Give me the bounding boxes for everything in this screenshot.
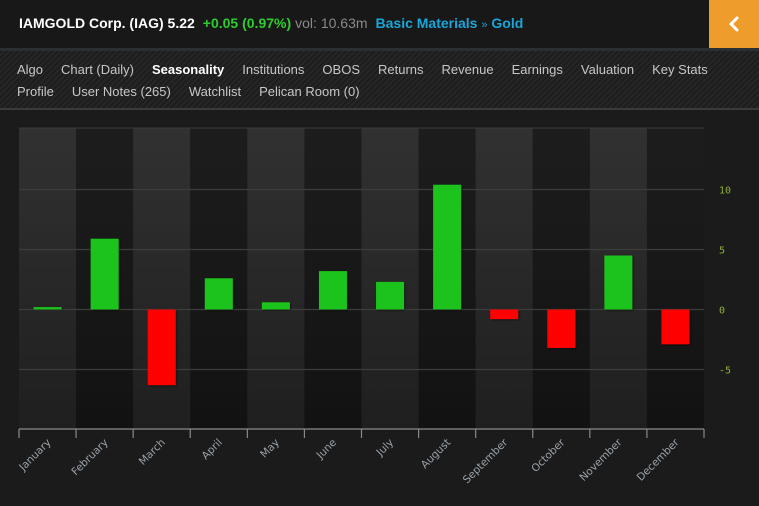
breadcrumb-separator: » bbox=[481, 19, 488, 31]
header-bar: IAMGOLD Corp. (IAG) 5.22 +0.05 (0.97%) vol… bbox=[0, 0, 759, 48]
x-tick-label: May bbox=[258, 437, 282, 461]
bar-july[interactable] bbox=[376, 281, 405, 310]
column-bands bbox=[19, 127, 704, 429]
tab-row-2: Profile User Notes (265) Watchlist Pelican … bbox=[17, 84, 378, 99]
tab-obos[interactable]: OBOS bbox=[322, 62, 360, 77]
bar-april[interactable] bbox=[204, 278, 233, 310]
x-tick-label: August bbox=[419, 437, 453, 471]
bar-october[interactable] bbox=[547, 309, 576, 348]
bar-december[interactable] bbox=[661, 309, 690, 345]
y-tick-label: 5 bbox=[719, 246, 725, 257]
sector-link[interactable]: Basic Materials bbox=[376, 15, 478, 31]
tab-seasonality[interactable]: Seasonality bbox=[152, 62, 224, 77]
x-tick-labels: January February March April May June July Augu… bbox=[16, 436, 682, 486]
bar-september[interactable] bbox=[490, 309, 519, 320]
bar-june[interactable] bbox=[318, 271, 347, 310]
bar-february[interactable] bbox=[90, 238, 119, 310]
tab-key-stats[interactable]: Key Stats bbox=[652, 62, 708, 77]
column-band bbox=[247, 128, 305, 429]
seasonality-chart: 1050-5 January February March April May June J… bbox=[16, 127, 731, 486]
x-tick-label: March bbox=[137, 437, 168, 468]
x-tick-label: June bbox=[314, 437, 339, 462]
chevron-left-icon bbox=[729, 16, 739, 32]
tab-pelican-room-0[interactable]: Pelican Room (0) bbox=[259, 84, 359, 99]
tab-row-1: Algo Chart (Daily) Seasonality Institutions… bbox=[17, 62, 726, 77]
tab-returns[interactable]: Returns bbox=[378, 62, 424, 77]
tab-profile[interactable]: Profile bbox=[17, 84, 54, 99]
tab-valuation[interactable]: Valuation bbox=[581, 62, 634, 77]
bar-january[interactable] bbox=[33, 307, 62, 310]
x-tick-label: February bbox=[69, 437, 110, 478]
x-tick-label: September bbox=[461, 436, 511, 486]
tab-earnings[interactable]: Earnings bbox=[512, 62, 563, 77]
tab-watchlist[interactable]: Watchlist bbox=[189, 84, 241, 99]
y-tick-label: 10 bbox=[719, 186, 731, 197]
y-tick-label: 0 bbox=[719, 306, 725, 317]
column-band bbox=[475, 128, 533, 429]
tab-chart-daily[interactable]: Chart (Daily) bbox=[61, 62, 134, 77]
bar-march[interactable] bbox=[147, 309, 176, 386]
tab-navigation: Algo Chart (Daily) Seasonality Institutions… bbox=[0, 51, 759, 108]
x-axis bbox=[18, 428, 705, 438]
bar-november[interactable] bbox=[604, 255, 633, 310]
column-band bbox=[532, 128, 590, 429]
x-tick-label: November bbox=[577, 436, 625, 484]
y-axis: 10 5 0 -5 bbox=[719, 186, 731, 377]
tab-algo[interactable]: Algo bbox=[17, 62, 43, 77]
x-tick-label: December bbox=[635, 436, 682, 483]
industry-link[interactable]: Gold bbox=[491, 15, 523, 31]
column-band bbox=[19, 128, 77, 429]
bar-may[interactable] bbox=[261, 302, 290, 310]
ticker-title: IAMGOLD Corp. (IAG) 5.22 bbox=[19, 15, 195, 31]
x-tick-label: April bbox=[199, 437, 224, 462]
y-tick-label: -5 bbox=[719, 366, 731, 377]
tab-user-notes-265[interactable]: User Notes (265) bbox=[72, 84, 171, 99]
volume: vol: 10.63m bbox=[295, 15, 368, 31]
x-tick-label: October bbox=[529, 436, 568, 475]
back-button[interactable] bbox=[709, 0, 759, 48]
ticker-summary: IAMGOLD Corp. (IAG) 5.22 +0.05 (0.97%) vol… bbox=[19, 15, 523, 31]
bar-august[interactable] bbox=[433, 184, 462, 310]
tab-revenue[interactable]: Revenue bbox=[442, 62, 494, 77]
x-tick-label: July bbox=[374, 437, 397, 460]
tab-institutions[interactable]: Institutions bbox=[242, 62, 304, 77]
x-tick-label: January bbox=[16, 437, 53, 474]
column-band bbox=[646, 128, 704, 429]
price-change: +0.05 (0.97%) bbox=[202, 15, 292, 31]
column-band bbox=[361, 128, 419, 429]
